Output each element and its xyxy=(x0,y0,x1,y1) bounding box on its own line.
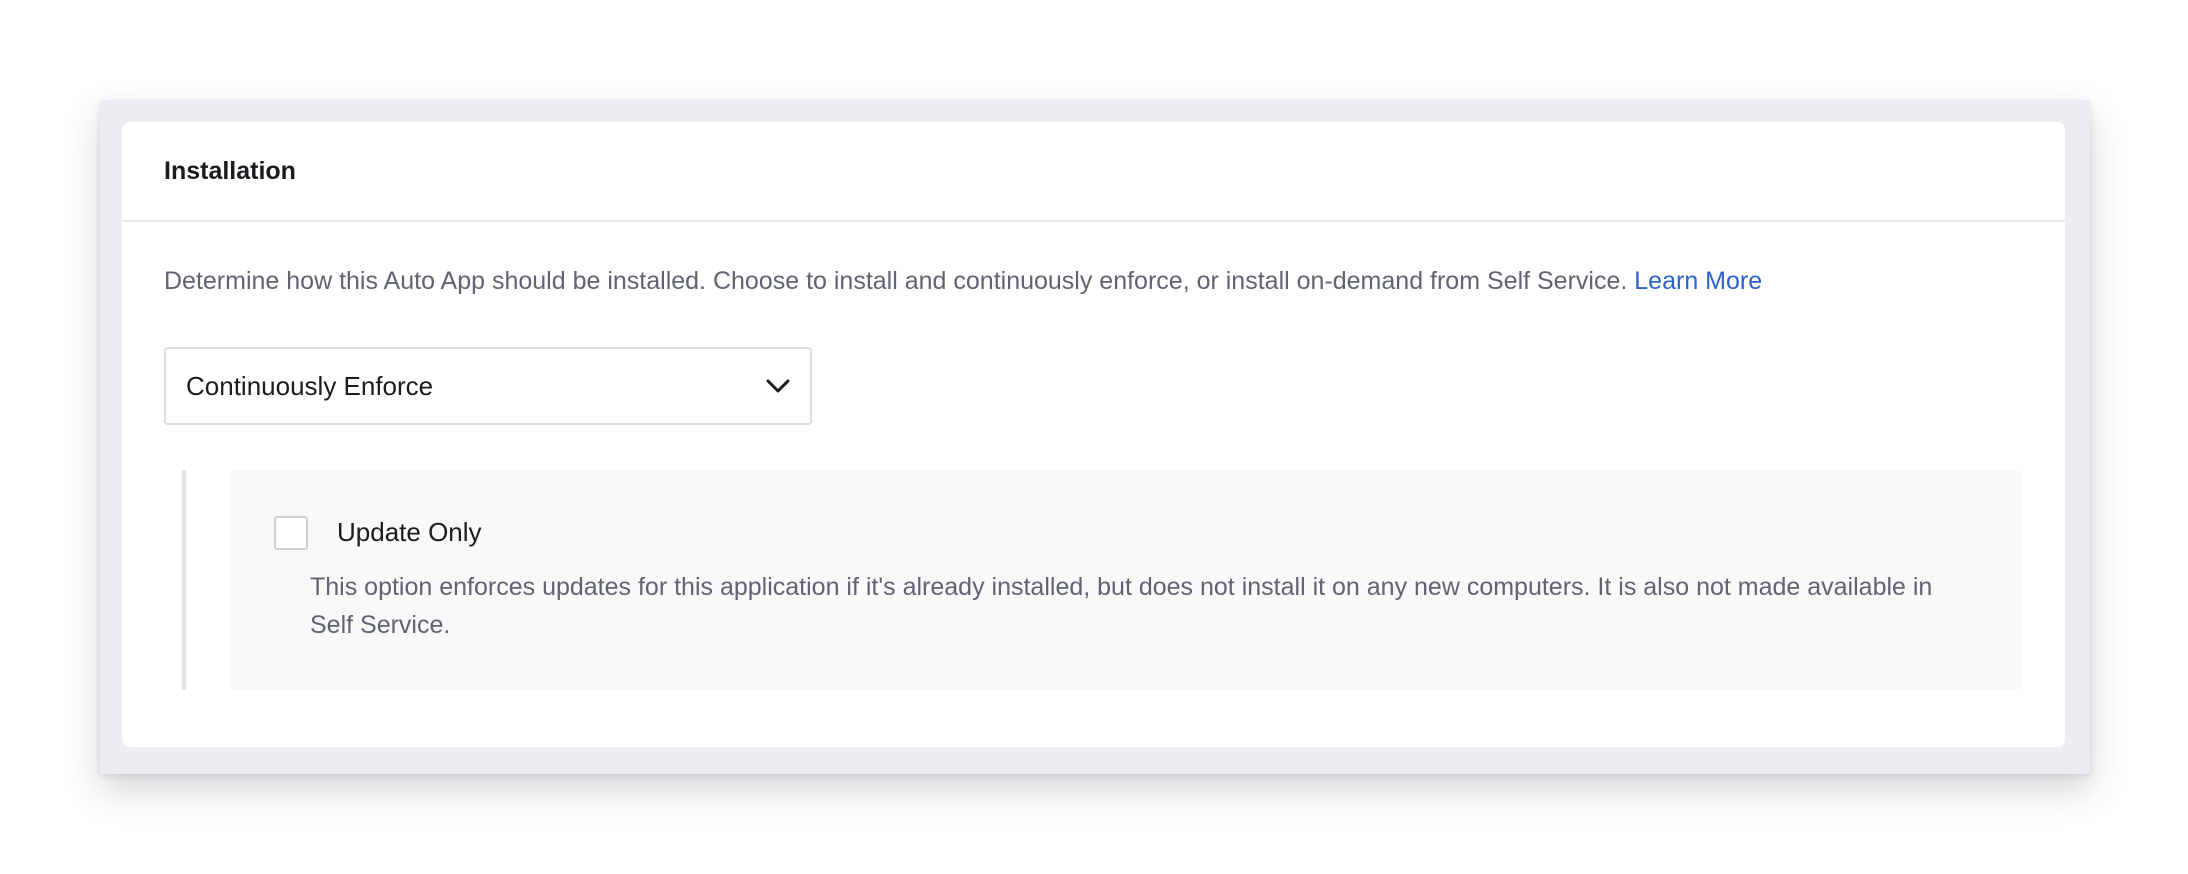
install-method-selected-value: Continuously Enforce xyxy=(186,370,434,401)
update-only-label[interactable]: Update Only xyxy=(337,517,482,548)
description-text: Determine how this Auto App should be in… xyxy=(164,267,1628,295)
update-only-help-text: This option enforces updates for this ap… xyxy=(310,573,1933,639)
chevron-down-icon xyxy=(766,379,790,393)
card-title: Installation xyxy=(164,156,296,185)
installation-card: Installation Determine how this Auto App… xyxy=(122,122,2065,747)
install-options-group: Update Only This option enforces updates… xyxy=(182,470,2022,690)
learn-more-link[interactable]: Learn More xyxy=(1634,267,1762,295)
card-header: Installation xyxy=(122,122,2065,222)
update-only-option-panel: Update Only This option enforces updates… xyxy=(230,470,2022,690)
install-method-select[interactable]: Continuously Enforce xyxy=(164,347,812,425)
update-only-checkbox[interactable] xyxy=(274,516,308,550)
installation-description: Determine how this Auto App should be in… xyxy=(164,267,1762,296)
installation-section-frame: Installation Determine how this Auto App… xyxy=(100,100,2090,774)
